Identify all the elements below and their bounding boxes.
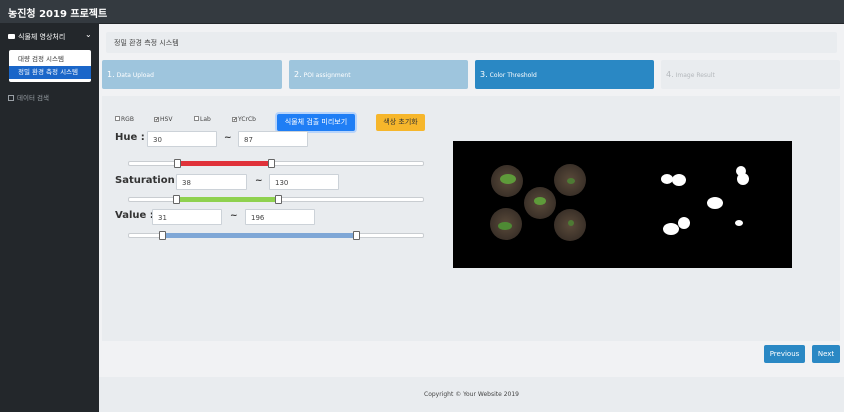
sidebar-item-precision-env[interactable]: 정밀 환경 측정 시스템: [9, 66, 91, 79]
value-max-input[interactable]: 196: [245, 209, 315, 225]
sidebar-submenu: 대량 검정 시스템 정밀 환경 측정 시스템: [9, 50, 91, 82]
saturation-range-separator: ~: [255, 176, 263, 186]
checkbox-box-checked[interactable]: ✔: [154, 117, 159, 123]
mask-blob: [735, 220, 743, 226]
value-max-handle[interactable]: [353, 231, 360, 240]
step-image-result[interactable]: 4. Image Result: [661, 60, 840, 89]
mask-blob: [663, 223, 679, 235]
value-min-handle[interactable]: [159, 231, 166, 240]
sidebar-item-mass-test[interactable]: 대량 검정 시스템: [9, 53, 91, 66]
plant-detection-preview-button[interactable]: 식물체 검출 미리보기: [277, 114, 355, 131]
saturation-slider[interactable]: [128, 195, 424, 204]
saturation-max-handle[interactable]: [275, 195, 282, 204]
sidebar-item-data-search[interactable]: 데이터 검색: [8, 92, 49, 102]
sidebar-section-toggle[interactable]: 식물체 영상처리 ⌄: [0, 30, 99, 46]
hue-max-input[interactable]: 87: [238, 131, 308, 147]
value-range-separator: ~: [230, 211, 238, 221]
threshold-preview-image: [453, 141, 792, 268]
sidebar: 식물체 영상처리 ⌄ 대량 검정 시스템 정밀 환경 측정 시스템 데이터 검색: [0, 24, 99, 412]
camera-icon: [8, 34, 15, 39]
checkbox-box[interactable]: [115, 116, 120, 121]
value-min-input[interactable]: 31: [152, 209, 222, 225]
plant-leaf: [498, 222, 512, 230]
checkbox-ycrcb[interactable]: ✔YCrCb: [232, 116, 256, 123]
value-label: Value :: [115, 210, 154, 221]
preview-canvas: [490, 164, 749, 241]
app-title[interactable]: 농진청 2019 프로젝트: [8, 5, 107, 20]
mask-blob: [672, 174, 686, 186]
saturation-min-input[interactable]: 38: [176, 174, 247, 190]
breadcrumb: 정밀 환경 측정 시스템: [106, 32, 837, 53]
sidebar-section-label: 식물체 영상처리: [18, 33, 66, 41]
footer-copyright: Copyright © Your Website 2019: [99, 377, 844, 412]
hue-slider-fill: [178, 161, 272, 166]
checkbox-box[interactable]: [194, 116, 199, 121]
checkbox-rgb[interactable]: RGB: [115, 116, 134, 123]
plant-leaf: [568, 220, 574, 226]
step-data-upload[interactable]: 1. Data Upload: [102, 60, 282, 89]
saturation-slider-fill: [177, 197, 277, 202]
checkbox-lab[interactable]: Lab: [194, 116, 211, 123]
mask-blob: [737, 173, 749, 185]
color-reset-button[interactable]: 색상 초기화: [376, 114, 425, 131]
checkbox-box-checked[interactable]: ✔: [232, 117, 237, 123]
value-slider-fill: [163, 233, 356, 238]
mask-blob: [678, 217, 690, 229]
top-navbar: 농진청 2019 프로젝트: [0, 0, 844, 24]
hue-range-separator: ~: [224, 133, 232, 143]
mask-blob: [707, 197, 723, 209]
checkbox-hsv[interactable]: ✔HSV: [154, 116, 172, 123]
plant-leaf: [567, 178, 575, 184]
next-button[interactable]: Next: [812, 345, 840, 363]
hue-slider[interactable]: [128, 159, 424, 168]
hue-min-input[interactable]: 30: [147, 131, 217, 147]
saturation-label: Saturation :: [115, 175, 183, 186]
step-poi-assignment[interactable]: 2. POI assignment: [289, 60, 468, 89]
value-slider[interactable]: [128, 231, 424, 240]
table-icon: [8, 95, 14, 101]
hue-label: Hue :: [115, 132, 145, 143]
hue-max-handle[interactable]: [268, 159, 275, 168]
chevron-down-icon: ⌄: [85, 30, 92, 39]
previous-button[interactable]: Previous: [764, 345, 805, 363]
hue-min-handle[interactable]: [174, 159, 181, 168]
mask-blob: [661, 174, 673, 184]
saturation-max-input[interactable]: 130: [269, 174, 339, 190]
original-plant-pots: [490, 164, 586, 241]
step-color-threshold[interactable]: 3. Color Threshold: [475, 60, 654, 89]
plant-leaf: [534, 197, 546, 205]
plant-leaf: [500, 174, 516, 184]
saturation-min-handle[interactable]: [173, 195, 180, 204]
sidebar-item-label: 데이터 검색: [17, 94, 49, 102]
binary-mask-result: [661, 166, 749, 235]
